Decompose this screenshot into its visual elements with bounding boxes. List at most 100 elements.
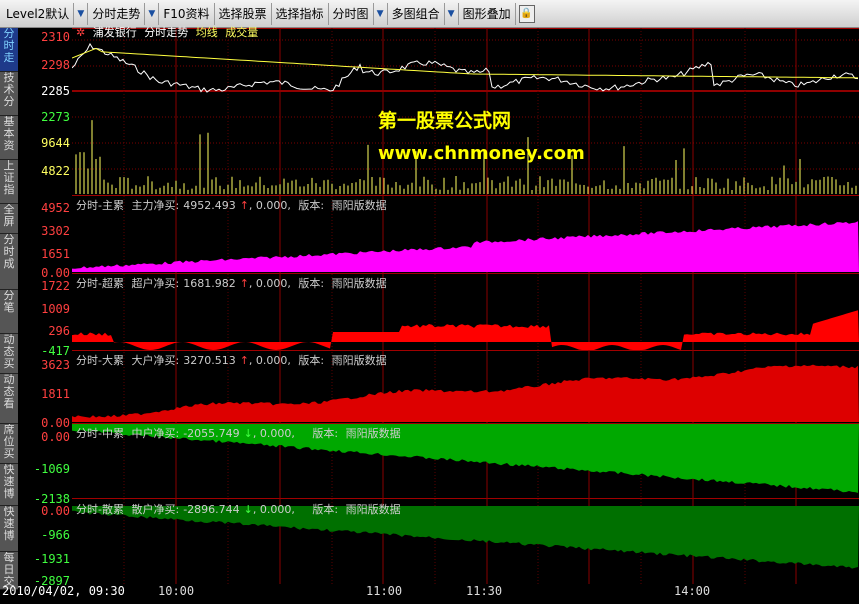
side-tab-quick-1[interactable]: 快速博: [0, 464, 18, 506]
panel5-tick-2: -1931: [33, 552, 70, 566]
panel-version-label: 版本:: [298, 277, 325, 290]
settings-icon[interactable]: ✲: [76, 26, 85, 39]
panel5-tick-1: -966: [41, 528, 70, 542]
toolbar-select-indicator[interactable]: 选择指标: [272, 2, 329, 25]
side-tab-dynamic-buy[interactable]: 动态买: [0, 334, 18, 374]
panel-title: 分时-超累: [76, 277, 124, 290]
panel-label: 散户净买:: [131, 503, 180, 516]
dropdown-arrow-icon[interactable]: ▼: [74, 2, 89, 25]
panel-title: 分时-散累: [76, 503, 124, 516]
value-axis: 2310 2298 2285 2273 9644 4822 4952 3302 …: [18, 28, 72, 590]
toolbar-select-stock[interactable]: 选择股票: [215, 2, 272, 25]
panel-rest: , 0.000,: [248, 354, 291, 367]
panel2-tick-0: 1722: [41, 279, 70, 293]
time-axis: 2010/04/02, 09:30 10:00 11:00 11:30 14:0…: [0, 584, 859, 604]
panel4-header: 分时-中累 中户净买: -2055.749 ↓, 0.000, 版本: 雨阳版数据: [76, 425, 405, 441]
side-tab-fundamental[interactable]: 基本资: [0, 116, 18, 160]
side-tab-dynamic-view[interactable]: 动态看: [0, 374, 18, 424]
average-line: [72, 47, 859, 79]
price-tick-lower: 2273: [41, 110, 70, 124]
time-tick-1000: 10:00: [158, 584, 195, 598]
down-arrow-icon: ↓: [243, 427, 253, 440]
panel-value: 3270.513: [183, 354, 236, 367]
panel-version-label: 版本:: [312, 427, 339, 440]
panel-rest: , 0.000,: [252, 427, 295, 440]
dropdown-arrow-icon[interactable]: ▼: [145, 2, 160, 25]
lock-icon[interactable]: 🔒: [518, 4, 535, 23]
up-arrow-icon: ↑: [239, 277, 249, 290]
side-tab-technical[interactable]: 技术分: [0, 72, 18, 116]
watermark-url: www.chnmoney.com: [378, 143, 585, 164]
time-tick-1130: 11:30: [466, 584, 503, 598]
toolbar-intraday-trend[interactable]: 分时走势: [88, 2, 146, 25]
panel-value: 1681.982: [183, 277, 236, 290]
up-arrow-icon: ↑: [239, 199, 249, 212]
panel-version-text: 雨阳版数据: [345, 427, 401, 440]
down-arrow-icon: ↓: [243, 503, 253, 516]
panel-version-text: 雨阳版数据: [331, 199, 387, 212]
price-line: [72, 42, 859, 93]
up-arrow-icon: ↑: [239, 354, 249, 367]
panel-rest: , 0.000,: [248, 277, 291, 290]
panel-version-text: 雨阳版数据: [331, 277, 387, 290]
panel1-tick-0: 4952: [41, 201, 70, 215]
volume-tick-low: 4822: [41, 164, 70, 178]
watermark-title: 第一股票公式网: [378, 110, 512, 132]
toolbar-level2-default[interactable]: Level2默认: [2, 2, 75, 25]
panel-label: 中户净买:: [131, 427, 180, 440]
panel-value: -2055.749: [183, 427, 240, 440]
panel-label: 大户净买:: [131, 354, 180, 367]
panel-version-text: 雨阳版数据: [331, 354, 387, 367]
panel4-tick-1: -1069: [33, 462, 70, 476]
side-tab-intraday-volume[interactable]: 分时成: [0, 234, 18, 290]
date-time-readout: 2010/04/02, 09:30: [2, 584, 125, 598]
dropdown-arrow-icon[interactable]: ▼: [374, 2, 388, 25]
price-lines: [72, 42, 859, 93]
stock-name: 浦发银行: [92, 26, 137, 39]
side-tab-quick-2[interactable]: 快速博: [0, 506, 18, 552]
panel2-tick-3: -417: [41, 344, 70, 358]
panel-version-text: 雨阳版数据: [345, 503, 401, 516]
side-tab-tick[interactable]: 分笔: [0, 290, 18, 334]
price-tick-top: 2310: [41, 30, 70, 44]
panel-version-label: 版本:: [298, 199, 325, 212]
side-tab-intraday[interactable]: 分时走: [0, 28, 18, 72]
main-net-buy-area: [72, 221, 859, 272]
chart-name: 分时走势: [144, 26, 189, 39]
panel-label: 主力净买:: [131, 199, 180, 212]
large-net-buy-area: [72, 364, 859, 422]
panel1-header: 分时-主累 主力净买: 4952.493 ↑, 0.000, 版本: 雨阳版数据: [76, 197, 391, 213]
panel-value: -2896.744: [183, 503, 240, 516]
panel3-tick-2: 0.00: [41, 416, 70, 430]
toolbar-f10-info[interactable]: F10资料: [159, 2, 215, 25]
panel3-header: 分时-大累 大户净买: 3270.513 ↑, 0.000, 版本: 雨阳版数据: [76, 352, 391, 368]
panel1-tick-1: 3302: [41, 224, 70, 238]
panel2-tick-1: 1009: [41, 302, 70, 316]
price-panel-header: ✲ 浦发银行 分时走势 均线 成交量: [76, 24, 262, 40]
time-tick-1100: 11:00: [366, 584, 403, 598]
panel-title: 分时-中累: [76, 427, 124, 440]
side-tab-index[interactable]: 上证指: [0, 160, 18, 204]
panel-version-label: 版本:: [298, 354, 325, 367]
avg-line-label: 均线: [195, 26, 218, 39]
panel-title: 分时-大累: [76, 354, 124, 367]
panel5-tick-0: 0.00: [41, 504, 70, 518]
volume-label: 成交量: [225, 26, 259, 39]
panel-value: 4952.493: [183, 199, 236, 212]
toolbar-intraday-chart[interactable]: 分时图: [329, 2, 374, 25]
toolbar-multi-chart[interactable]: 多图组合: [388, 2, 445, 25]
side-tab-seat-trade[interactable]: 席位买: [0, 424, 18, 464]
panel-rest: , 0.000,: [248, 199, 291, 212]
panel-label: 超户净买:: [131, 277, 180, 290]
toolbar-overlay[interactable]: 图形叠加: [459, 2, 516, 25]
sidebar: 分时走 技术分 基本资 上证指 全屏 分时成 分笔 动态买 动态看 席位买 快速…: [0, 28, 18, 590]
panel-rest: , 0.000,: [252, 503, 295, 516]
panel3-tick-1: 1811: [41, 387, 70, 401]
side-tab-fullscreen[interactable]: 全屏: [0, 204, 18, 234]
dropdown-arrow-icon[interactable]: ▼: [445, 2, 459, 25]
panel1-tick-3: 0.00: [41, 266, 70, 280]
volume-tick-high: 9644: [41, 136, 70, 150]
panel2-tick-2: 296: [48, 324, 70, 338]
panel5-header: 分时-散累 散户净买: -2896.744 ↓, 0.000, 版本: 雨阳版数据: [76, 501, 405, 517]
panel3-tick-0: 3623: [41, 358, 70, 372]
